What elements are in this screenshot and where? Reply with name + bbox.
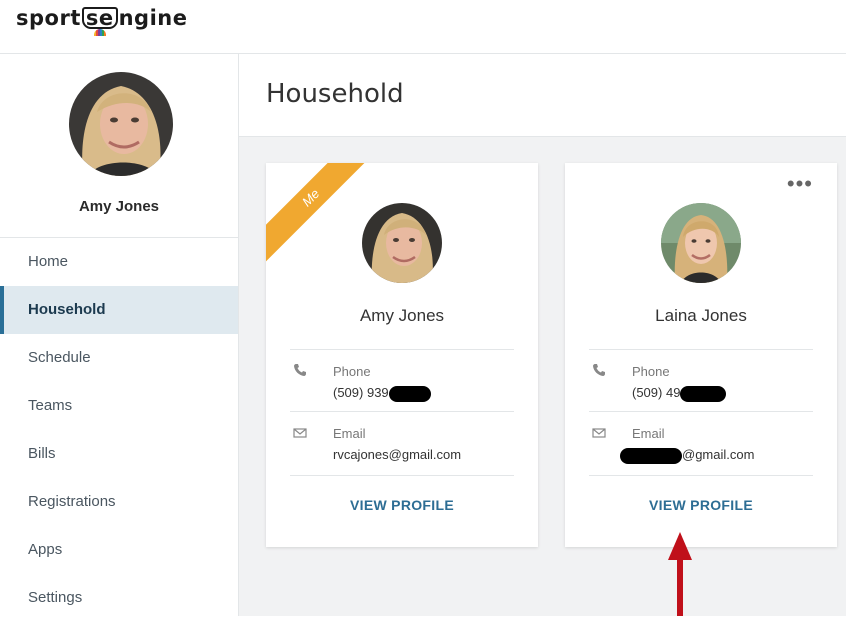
profile-avatar[interactable] [69, 72, 173, 176]
redaction-mark [388, 385, 431, 402]
more-options-icon[interactable]: ••• [787, 173, 813, 195]
phone-label: Phone [333, 364, 371, 379]
member-card: ••• Laina Jones Phone (509) 49 Email @gm… [565, 163, 837, 547]
phone-value: (509) 49 [632, 385, 727, 402]
phone-value: (509) 939 [333, 385, 431, 402]
email-label: Email [632, 426, 665, 441]
sidebar-item-teams[interactable]: Teams [0, 382, 238, 430]
phone-label: Phone [632, 364, 670, 379]
sidebar-item-bills[interactable]: Bills [0, 430, 238, 478]
peacock-icon [93, 29, 106, 36]
view-profile-button[interactable]: VIEW PROFILE [565, 497, 837, 513]
email-value: @gmail.com [620, 447, 754, 464]
annotation-arrow-shaft [677, 560, 683, 616]
redaction-mark [620, 447, 682, 464]
mail-icon [592, 428, 606, 438]
member-name: Laina Jones [655, 306, 747, 325]
ribbon-label: Me [266, 163, 376, 268]
page-title: Household [266, 79, 404, 109]
divider [290, 349, 514, 350]
member-card: Me Amy Jones Phone (509) 939 Email rvcaj… [266, 163, 538, 547]
sidebar-item-registrations[interactable]: Registrations [0, 478, 238, 526]
divider [290, 475, 514, 476]
phone-icon [593, 364, 605, 376]
profile-name: Amy Jones [78, 198, 160, 215]
main-header: Household [239, 54, 846, 137]
sidebar: Amy Jones Home Household Schedule Teams … [0, 54, 239, 616]
sidebar-item-household[interactable]: Household [0, 286, 238, 334]
me-ribbon: Me [266, 163, 376, 273]
email-label: Email [333, 426, 366, 441]
divider [589, 411, 813, 412]
redaction-mark [680, 385, 727, 402]
sidebar-item-home[interactable]: Home [0, 238, 238, 286]
sidebar-item-apps[interactable]: Apps [0, 526, 238, 574]
mail-icon [293, 428, 307, 438]
sidebar-item-settings[interactable]: Settings [0, 574, 238, 622]
divider [589, 475, 813, 476]
household-content: Me Amy Jones Phone (509) 939 Email rvcaj… [239, 137, 846, 616]
sportsengine-logo[interactable]: sport se ngine [16, 6, 187, 36]
sidebar-nav: Home Household Schedule Teams Bills Regi… [0, 237, 238, 622]
view-profile-button[interactable]: VIEW PROFILE [266, 497, 538, 513]
member-avatar [661, 203, 741, 283]
member-name: Amy Jones [359, 306, 445, 325]
divider [290, 411, 514, 412]
divider [589, 349, 813, 350]
sidebar-item-schedule[interactable]: Schedule [0, 334, 238, 382]
logo-shield: se [81, 7, 118, 36]
member-avatar [362, 203, 442, 283]
phone-icon [294, 364, 306, 376]
top-bar: sport se ngine [0, 0, 846, 54]
email-value: rvcajones@gmail.com [333, 447, 462, 462]
annotation-arrow-head [668, 532, 692, 560]
